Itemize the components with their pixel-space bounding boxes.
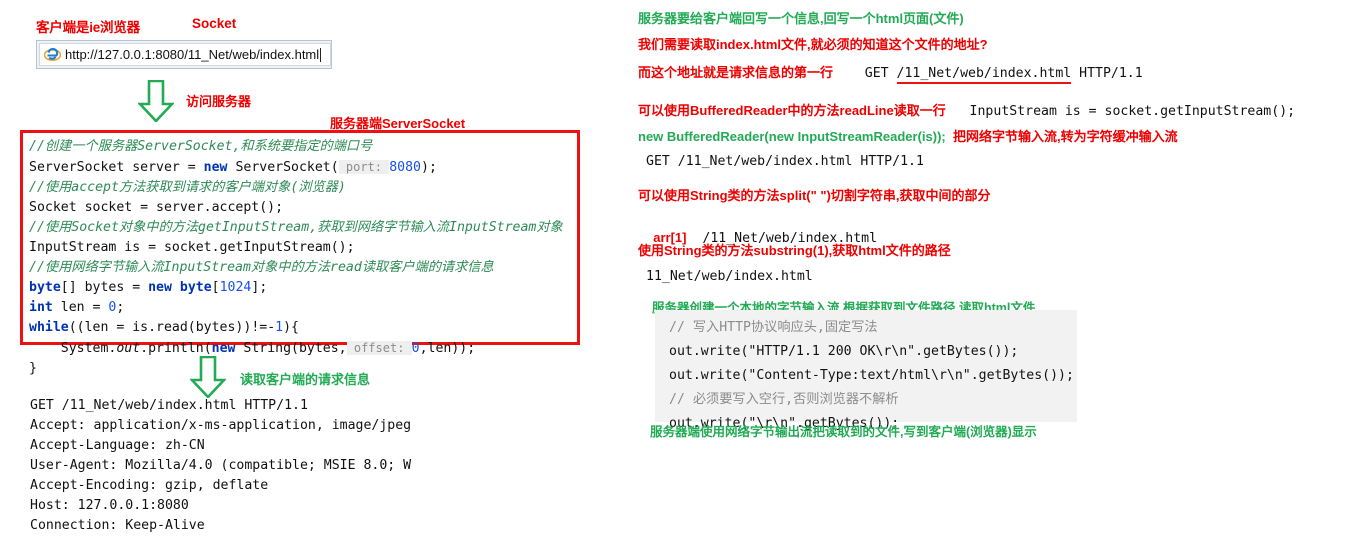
note-use-substring: 使用String类的方法substring(1),获取html文件的路径 [638,243,951,258]
note-wrap-stream: new BufferedReader(new InputStreamReader… [638,129,1178,145]
label-socket: Socket [192,16,237,31]
server-code-block: //创建一个服务器ServerSocket,和系统要指定的端口号 ServerS… [20,130,580,376]
label-visit-server: 访问服务器 [186,94,252,109]
request-line-sample: GET /11_Net/web/index.html HTTP/1.1 [646,154,924,169]
note-address-is-first-line: 而这个地址就是请求信息的第一行 GET /11_Net/web/index.ht… [638,65,1143,84]
server-code-text: //创建一个服务器ServerSocket,和系统要指定的端口号 ServerS… [29,139,563,376]
text-caret [320,47,322,62]
code-new-bufferedreader: new BufferedReader(new InputStreamReader… [638,129,946,144]
request-line-protocol: HTTP/1.1 [1071,66,1143,81]
response-header-code-text: // 写入HTTP协议响应头,固定写法 out.write("HTTP/1.1 … [669,320,1074,431]
note-use-split: 可以使用String类的方法split(" ")切割字符串,获取中间的部分 [638,188,991,203]
address-bar-url-text: http://127.0.0.1:8080/11_Net/web/index.h… [65,47,320,62]
note-need-file-address: 我们需要读取index.html文件,就必须的知道这个文件的地址? [638,37,988,52]
request-line-get: GET [864,66,897,81]
note-server-writes-html: 服务器要给客户端回写一个信息,回写一个html页面(文件) [638,11,964,26]
split-result-row: arr[1] /11_Net/web/index.html [646,214,877,246]
label-client-is-ie-browser: 客户端是ie浏览器 [36,20,140,35]
request-line-path-underlined: /11_Net/web/index.html [896,66,1072,84]
note-server-writes-to-client: 服务器端使用网络字节输出流把读取到的文件,写到客户端(浏览器)显示 [650,425,1037,439]
arrow-down-visit-server-icon [136,79,176,127]
ie-browser-icon [43,46,62,63]
code-get-inputstream: InputStream is = socket.getInputStream()… [969,104,1296,119]
response-header-code-block: // 写入HTTP协议响应头,固定写法 out.write("HTTP/1.1 … [655,310,1077,431]
browser-address-bar[interactable]: http://127.0.0.1:8080/11_Net/web/index.h… [36,40,332,69]
note-bufferedreader-readline: 可以使用BufferedReader中的方法readLine读取一行 Input… [638,103,1295,120]
label-read-client-request: 读取客户端的请求信息 [240,372,371,387]
note-bufferedreader-readline-label: 可以使用BufferedReader中的方法readLine读取一行 [638,103,946,118]
http-request-dump: GET /11_Net/web/index.html HTTP/1.1 Acce… [30,398,412,533]
substring-result-path: 11_Net/web/index.html [646,269,813,284]
note-address-is-first-line-label: 而这个地址就是请求信息的第一行 [638,65,834,80]
address-bar-input-wrapper[interactable]: http://127.0.0.1:8080/11_Net/web/index.h… [39,43,331,66]
note-wrap-stream-label: 把网络字节输入流,转为字符缓冲输入流 [952,129,1178,144]
